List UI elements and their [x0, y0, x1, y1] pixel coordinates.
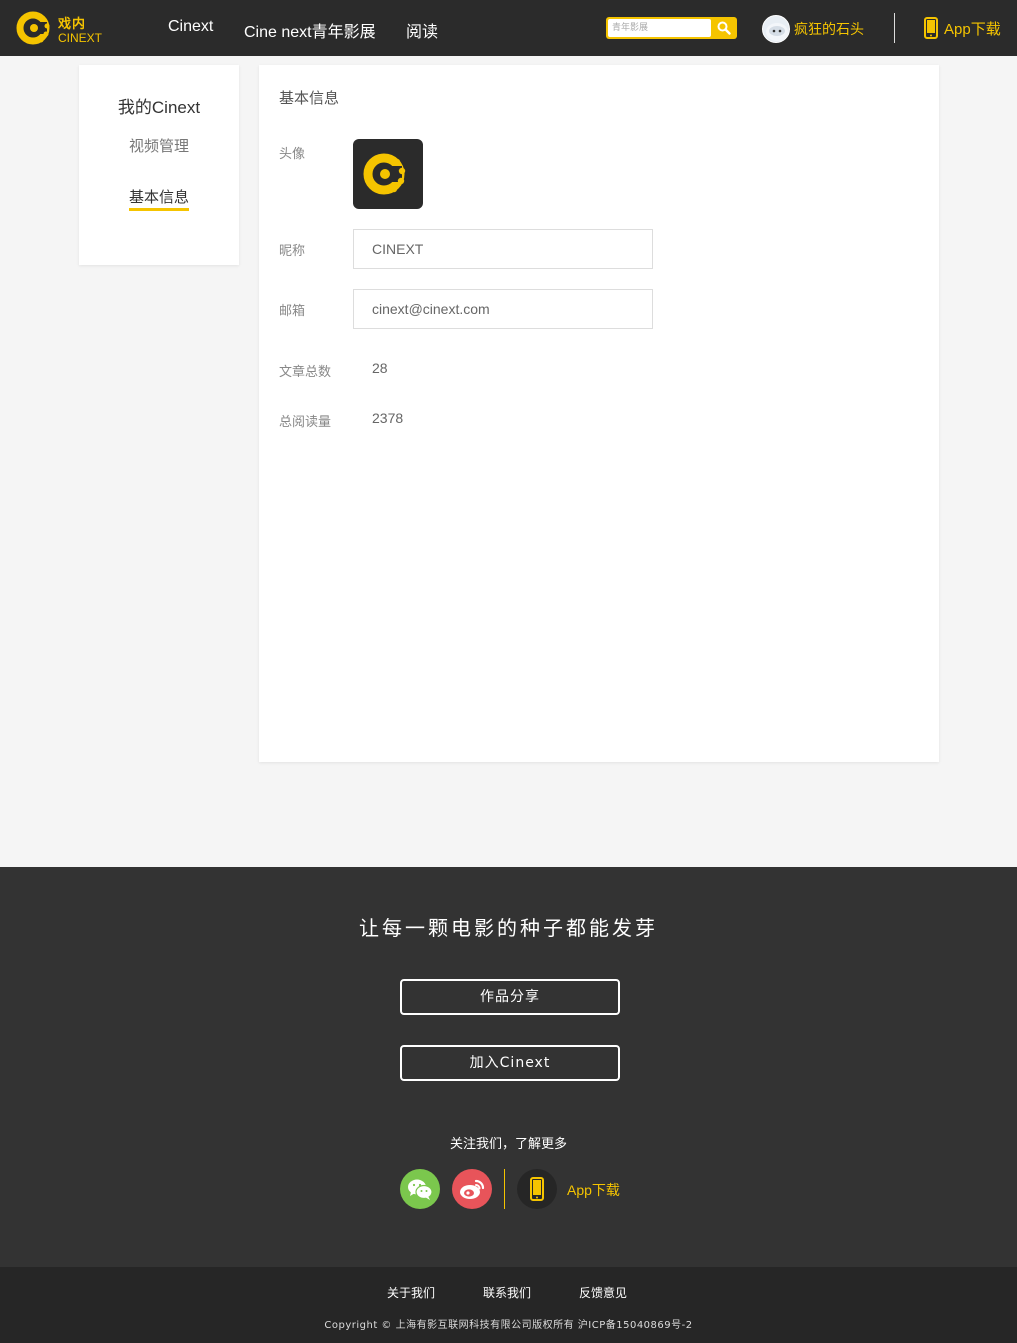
search-box [606, 17, 737, 39]
user-menu[interactable]: 疯狂的石头 [762, 15, 864, 43]
footer: 让每一颗电影的种子都能发芽 作品分享 加入Cinext 关注我们，了解更多 Ap… [0, 867, 1017, 1267]
follow-text: 关注我们，了解更多 [449, 1137, 567, 1152]
share-work-button[interactable]: 作品分享 [400, 979, 620, 1015]
sidebar-item-label: 视频管理 [128, 137, 189, 155]
articles-label: 文章总数 [279, 365, 332, 380]
footer-divider [504, 1169, 505, 1209]
nav-cinext[interactable]: Cinext [168, 18, 213, 36]
join-cinext-button[interactable]: 加入Cinext [400, 1045, 620, 1081]
phone-icon [530, 1177, 544, 1201]
articles-count: 28 [372, 360, 388, 376]
email-label: 邮箱 [279, 304, 306, 319]
app-download-label: App下载 [944, 20, 1001, 38]
nickname-field[interactable] [353, 229, 653, 269]
weibo-button[interactable] [452, 1169, 492, 1209]
sidebar-item-basic-info[interactable]: 基本信息 [79, 186, 239, 211]
footer-app-download-link[interactable]: App下载 [567, 1180, 620, 1200]
logo-text-en: CINEXT [58, 31, 103, 45]
logo-text-cn: 戏内 [58, 17, 87, 32]
sidebar-item-video-management[interactable]: 视频管理 [79, 135, 239, 156]
page-title: 基本信息 [279, 89, 340, 107]
about-us-link[interactable]: 关于我们 [387, 1284, 435, 1301]
nav-film-festival[interactable]: Cine next青年影展 [244, 18, 376, 42]
wechat-icon [408, 1179, 433, 1200]
sidebar-item-label: 基本信息 [128, 188, 189, 211]
cinext-logo-icon [363, 153, 406, 195]
footer-slogan: 让每一颗电影的种子都能发芽 [359, 916, 658, 940]
top-navbar: 戏内 CINEXT Cinext Cine next青年影展 阅读 疯狂的石头 [0, 0, 1017, 56]
nickname-label: 昵称 [279, 244, 306, 259]
search-button[interactable] [714, 19, 734, 37]
email-field[interactable] [353, 289, 653, 329]
logo-sun-icon [16, 11, 50, 45]
reads-count: 2378 [372, 410, 404, 426]
footer-app-icon-button[interactable] [517, 1169, 557, 1209]
profile-panel: 基本信息 头像 昵称 邮箱 文章总数 28 总阅读量 2378 [259, 65, 939, 762]
user-avatar[interactable] [762, 15, 790, 43]
nav-reading[interactable]: 阅读 [406, 18, 438, 42]
app-download-link[interactable]: App下载 [924, 17, 1001, 39]
header-divider [894, 13, 895, 43]
copyright-text: Copyright © 上海有影互联网科技有限公司版权所有 沪ICP备15040… [324, 1320, 693, 1331]
search-input[interactable] [608, 19, 711, 37]
avatar-label: 头像 [279, 147, 306, 162]
bottom-bar: 关于我们 联系我们 反馈意见 Copyright © 上海有影互联网科技有限公司… [0, 1267, 1017, 1343]
cinext-logo[interactable]: 戏内 CINEXT [16, 8, 106, 48]
weibo-icon [460, 1179, 485, 1199]
search-icon [717, 21, 731, 35]
feedback-link[interactable]: 反馈意见 [579, 1284, 627, 1301]
avatar-face-icon [766, 23, 788, 41]
wechat-button[interactable] [400, 1169, 440, 1209]
sidebar-title: 我的Cinext [117, 98, 201, 117]
sidebar: 我的Cinext 视频管理 基本信息 [79, 65, 239, 265]
profile-avatar[interactable] [353, 139, 423, 209]
phone-icon [924, 17, 938, 39]
contact-us-link[interactable]: 联系我们 [483, 1284, 531, 1301]
user-name[interactable]: 疯狂的石头 [794, 19, 864, 39]
reads-label: 总阅读量 [279, 415, 332, 430]
